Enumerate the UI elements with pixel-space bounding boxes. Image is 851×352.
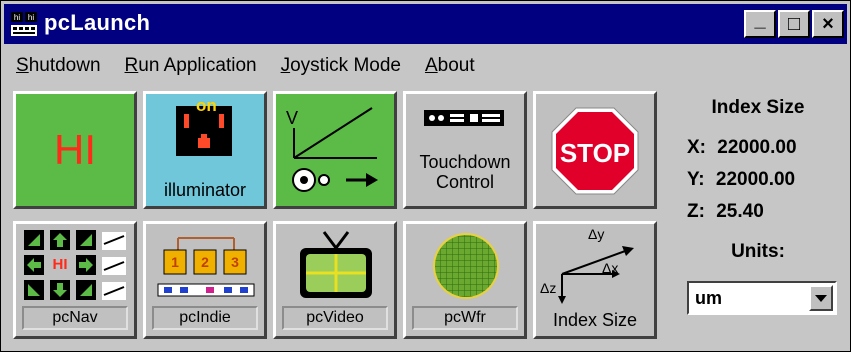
pcindie-button[interactable]: 1 2 3 pcIndie bbox=[143, 221, 267, 339]
maximize-button[interactable]: □ bbox=[778, 10, 810, 38]
menu-bar: Shutdown Run Application Joystick Mode A… bbox=[4, 49, 487, 83]
tv-icon bbox=[300, 231, 372, 298]
z-row: Z: 25.40 bbox=[687, 201, 764, 223]
minimize-button[interactable]: _ bbox=[744, 8, 776, 38]
z-label: Z: bbox=[687, 201, 705, 222]
maximize-icon: □ bbox=[787, 12, 801, 35]
pcindie-label: pcIndie bbox=[152, 306, 258, 330]
menu-joystick-mode[interactable]: Joystick Mode bbox=[269, 55, 413, 77]
touchdown-label-line2: Control bbox=[435, 172, 495, 192]
illuminator-label: illuminator bbox=[163, 180, 247, 200]
index-dx-text: Δx bbox=[602, 260, 619, 276]
pcwfr-label: pcWfr bbox=[412, 306, 518, 330]
touchdown-control-button[interactable]: Touchdown Control bbox=[403, 91, 527, 209]
pcindie-chip-2: 2 bbox=[201, 254, 209, 270]
close-icon: × bbox=[822, 12, 834, 35]
joystick-graph-icon: V bbox=[286, 107, 378, 192]
svg-text:hi: hi bbox=[28, 13, 34, 22]
pcnav-label: pcNav bbox=[22, 306, 128, 330]
stop-text: STOP bbox=[559, 138, 631, 168]
touchdown-controller-icon bbox=[424, 110, 504, 126]
hi-text: HI bbox=[54, 126, 96, 173]
chevron-down-icon bbox=[815, 295, 827, 302]
joystick-button[interactable]: V bbox=[273, 91, 397, 209]
y-label: Y: bbox=[687, 169, 705, 190]
units-label: Units: bbox=[731, 241, 785, 262]
units-dropdown-button[interactable] bbox=[809, 285, 833, 311]
close-button[interactable]: × bbox=[812, 10, 844, 38]
pclaunch-window: hi hi pcLaunch _ □ × Shutdown Run Applic… bbox=[0, 0, 851, 352]
illuminator-button[interactable]: on illuminator bbox=[143, 91, 267, 209]
minimize-icon: _ bbox=[754, 8, 766, 31]
x-row: X: 22000.00 bbox=[687, 137, 797, 159]
wafer-icon bbox=[433, 233, 499, 299]
pcnav-button[interactable]: HI pcNav bbox=[13, 221, 137, 339]
illuminator-on-text: on bbox=[196, 96, 217, 115]
pclaunch-app-icon: hi hi bbox=[11, 12, 37, 36]
pcindie-chip-3: 3 bbox=[231, 254, 239, 270]
title-bar[interactable]: hi hi pcLaunch _ □ × bbox=[4, 4, 847, 44]
x-label: X: bbox=[687, 137, 706, 158]
window-title: pcLaunch bbox=[44, 10, 151, 35]
pcindie-chip-1: 1 bbox=[171, 254, 179, 270]
tool-panel: HI on illuminator V Touchdown Control ST… bbox=[13, 91, 665, 347]
index-size-tool-label: Index Size bbox=[552, 310, 638, 330]
svg-text:hi: hi bbox=[14, 13, 20, 22]
units-select[interactable]: um bbox=[687, 281, 837, 315]
index-dy-text: Δy bbox=[588, 226, 605, 242]
menu-about[interactable]: About bbox=[413, 55, 487, 77]
index-size-button[interactable]: Δy Δx Δz Index Size bbox=[533, 221, 657, 339]
index-size-title: Index Size bbox=[711, 97, 805, 118]
svg-text:V: V bbox=[286, 108, 298, 128]
pcvideo-label: pcVideo bbox=[282, 306, 388, 330]
z-value: 25.40 bbox=[716, 201, 764, 222]
menu-run-application[interactable]: Run Application bbox=[113, 55, 269, 77]
units-select-value: um bbox=[695, 288, 722, 308]
touchdown-label-line1: Touchdown bbox=[419, 152, 511, 172]
y-row: Y: 22000.00 bbox=[687, 169, 795, 191]
index-dz-text: Δz bbox=[540, 280, 557, 296]
pcnav-grid-icon bbox=[24, 230, 126, 300]
pcwfr-button[interactable]: pcWfr bbox=[403, 221, 527, 339]
menu-shutdown[interactable]: Shutdown bbox=[4, 55, 113, 77]
title-bar-buttons: _ □ × bbox=[744, 8, 844, 40]
index-size-panel: Index Size X: 22000.00 Y: 22000.00 Z: 25… bbox=[673, 91, 843, 347]
pcnav-hi-text: HI bbox=[52, 256, 68, 273]
x-value: 22000.00 bbox=[717, 137, 797, 158]
hi-button[interactable]: HI bbox=[13, 91, 137, 209]
stop-button[interactable]: STOP bbox=[533, 91, 657, 209]
pcvideo-button[interactable]: pcVideo bbox=[273, 221, 397, 339]
y-value: 22000.00 bbox=[715, 169, 796, 190]
